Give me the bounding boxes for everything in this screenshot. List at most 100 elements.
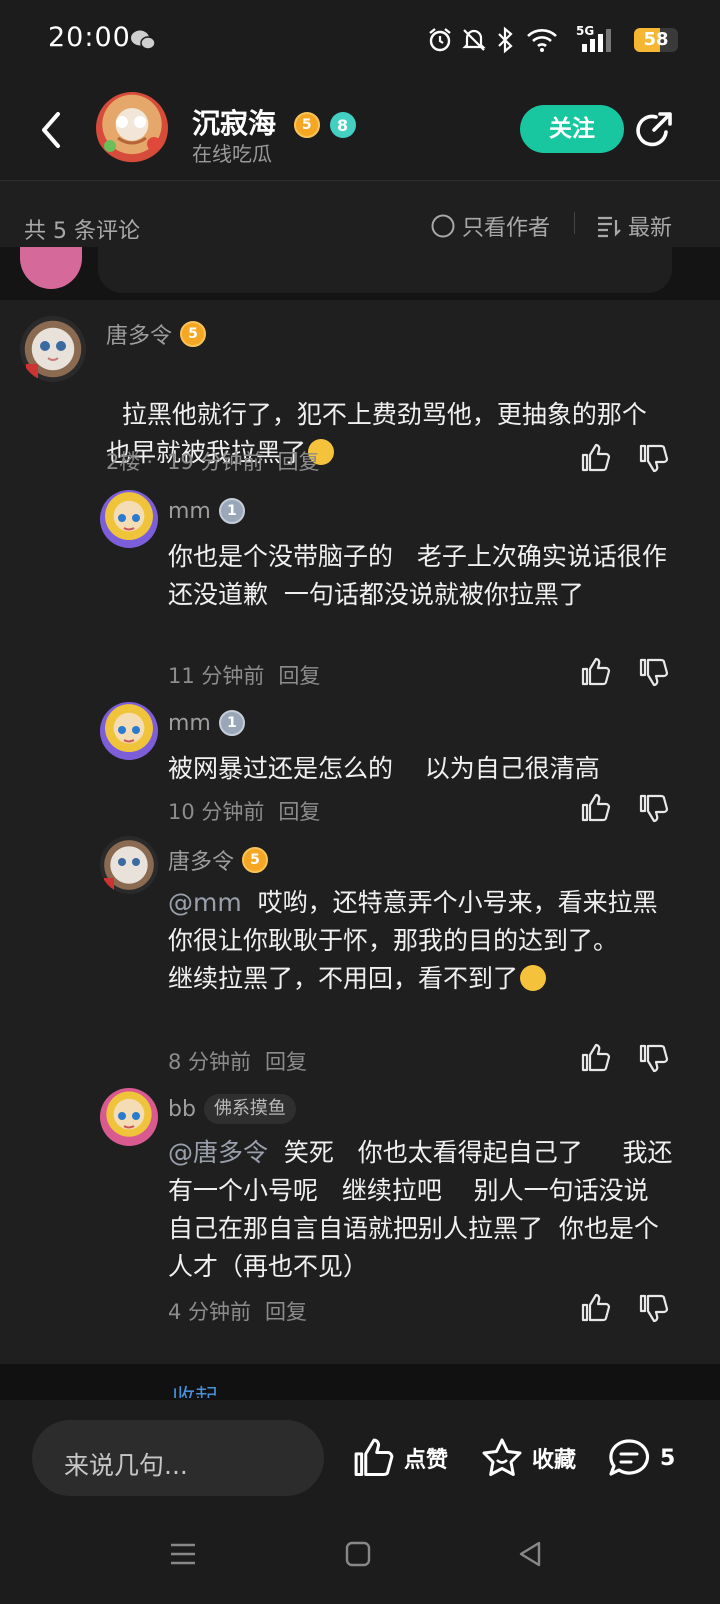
level-badge-text: 5 xyxy=(250,852,260,868)
dislike-icon[interactable] xyxy=(638,1292,670,1328)
laughing-emoji-icon xyxy=(520,965,547,991)
reply-time: 4 分钟前 xyxy=(168,1300,252,1324)
like-label: 点赞 xyxy=(404,1448,449,1473)
reply-author-name: mm xyxy=(168,498,211,524)
reply-button[interactable]: 回复 xyxy=(278,800,320,824)
fan-badge-icon: 8 xyxy=(329,112,356,138)
sort-label: 最新 xyxy=(628,216,673,241)
level-badge-text: 1 xyxy=(227,715,237,731)
favorite-label: 收藏 xyxy=(532,1448,577,1473)
fan-badge-text: 8 xyxy=(336,115,349,135)
dislike-icon[interactable] xyxy=(638,442,670,478)
reply-button[interactable]: 回复 xyxy=(278,664,320,688)
level-badge-text: 5 xyxy=(188,326,198,342)
status-time: 20:00 xyxy=(48,22,131,53)
back-nav-icon[interactable] xyxy=(516,1540,544,1572)
reply-avatar[interactable] xyxy=(100,836,158,894)
commenter-avatar[interactable] xyxy=(20,316,86,382)
level-badge-text: 1 xyxy=(227,503,237,519)
sort-button[interactable]: 最新 xyxy=(596,210,672,242)
reply-author[interactable]: bb 佛系摸鱼 xyxy=(168,1094,296,1124)
author-only-label: 只看作者 xyxy=(462,216,551,241)
comment-count-badge: 5 xyxy=(660,1445,676,1471)
level-badge-icon: 5 xyxy=(180,321,207,347)
reply-text: @唐多令 笑死 你也太看得起自己了 我还有一个小号呢 继续拉吧 别人一句话没说 … xyxy=(168,1134,678,1286)
floor-number: 2楼 xyxy=(106,450,141,474)
signal-icon xyxy=(578,24,612,56)
star-icon xyxy=(482,1438,522,1476)
reply-text-body: 哎哟，还特意弄个小号来，看来拉黑你很让你耿耿于怀，那我的目的达到了。 继续拉黑了… xyxy=(168,888,658,993)
reply-time: 11 分钟前 xyxy=(168,664,265,688)
level-badge-text: 5 xyxy=(301,117,312,133)
reply-avatar[interactable] xyxy=(100,1088,158,1146)
reply-avatar[interactable] xyxy=(100,490,158,548)
reply-text: 你也是个没带脑子的 老子上次确实说话很作 还没道歉 一句话都没说就被你拉黑了 xyxy=(168,542,667,609)
back-icon[interactable] xyxy=(36,110,68,150)
wifi-icon xyxy=(526,24,558,56)
reply-time: 10 分钟前 xyxy=(168,800,265,824)
like-icon[interactable] xyxy=(580,656,612,692)
comment-count: 共 5 条评论 xyxy=(24,219,140,244)
reply-author-name: mm xyxy=(168,710,211,736)
mention-link[interactable]: @mm xyxy=(168,888,242,917)
like-button[interactable]: 点赞 xyxy=(352,1436,448,1480)
menu-icon[interactable] xyxy=(168,1540,198,1572)
reply-button[interactable]: 回复 xyxy=(265,1050,307,1074)
comment-bubble-icon xyxy=(609,1439,650,1476)
level-badge-icon: 1 xyxy=(218,710,245,736)
like-icon[interactable] xyxy=(580,1292,612,1328)
comments-button[interactable]: 5 xyxy=(606,1436,675,1480)
reply-author[interactable]: mm 1 xyxy=(168,498,245,524)
author-name[interactable]: 沉寂海 5 8 xyxy=(192,102,356,142)
reply-avatar[interactable] xyxy=(100,702,158,760)
reply-time: 8 分钟前 xyxy=(168,1050,252,1074)
like-icon[interactable] xyxy=(580,1042,612,1078)
follow-button[interactable]: 关注 xyxy=(520,105,624,153)
level-badge-icon: 5 xyxy=(293,112,320,138)
dislike-icon[interactable] xyxy=(638,656,670,692)
author-status: 在线吃瓜 xyxy=(192,142,272,166)
reply-button[interactable]: 回复 xyxy=(277,450,319,474)
previous-input-fragment xyxy=(98,247,672,293)
bluetooth-icon xyxy=(494,24,516,56)
reply-meta: 10 分钟前 回复 xyxy=(168,796,334,826)
wechat-icon xyxy=(130,24,156,56)
comment-author-name: 唐多令 xyxy=(106,324,173,349)
home-icon[interactable] xyxy=(344,1540,372,1572)
mute-icon xyxy=(460,24,488,56)
reply-author-name: 唐多令 xyxy=(168,850,235,875)
reply-author[interactable]: 唐多令 5 xyxy=(168,844,269,876)
comment-author[interactable]: 唐多令 5 xyxy=(106,318,207,350)
comment-input-placeholder: 来说几句... xyxy=(64,1451,188,1480)
author-avatar[interactable] xyxy=(96,92,168,164)
collapse-link[interactable]: 收起 xyxy=(172,1378,218,1398)
battery-icon: 58 xyxy=(634,28,678,52)
alarm-icon xyxy=(426,24,454,56)
user-tag: 佛系摸鱼 xyxy=(203,1094,296,1124)
share-icon[interactable] xyxy=(632,108,676,152)
author-only-toggle[interactable]: 只看作者 xyxy=(430,210,550,242)
like-icon[interactable] xyxy=(580,792,612,828)
dislike-icon[interactable] xyxy=(638,1042,670,1078)
reply-text: @mm 哎哟，还特意弄个小号来，看来拉黑你很让你耿耿于怀，那我的目的达到了。 继… xyxy=(168,884,672,998)
reply-meta: 4 分钟前 回复 xyxy=(168,1296,321,1326)
sort-icon xyxy=(598,216,621,238)
radio-icon xyxy=(431,214,455,238)
battery-text: 58 xyxy=(643,29,669,50)
reply-button[interactable]: 回复 xyxy=(265,1300,307,1324)
like-icon[interactable] xyxy=(580,442,612,478)
reply-meta: 8 分钟前 回复 xyxy=(168,1046,321,1076)
comment-time: 19 分钟前 xyxy=(167,450,264,474)
comment-meta: 2楼 · 19 分钟前 回复 xyxy=(106,446,333,476)
level-badge-icon: 1 xyxy=(218,498,245,524)
level-badge-icon: 5 xyxy=(242,847,269,873)
header: 沉寂海 5 8 在线吃瓜 关注 xyxy=(0,80,720,181)
divider xyxy=(574,212,575,234)
reply-author-name: bb xyxy=(168,1096,196,1122)
reply-author[interactable]: mm 1 xyxy=(168,710,245,736)
dislike-icon[interactable] xyxy=(638,792,670,828)
favorite-button[interactable]: 收藏 xyxy=(480,1436,576,1480)
mention-link[interactable]: @唐多令 xyxy=(168,1138,268,1167)
meta-separator: · xyxy=(146,450,154,474)
section-gap xyxy=(0,1364,720,1400)
